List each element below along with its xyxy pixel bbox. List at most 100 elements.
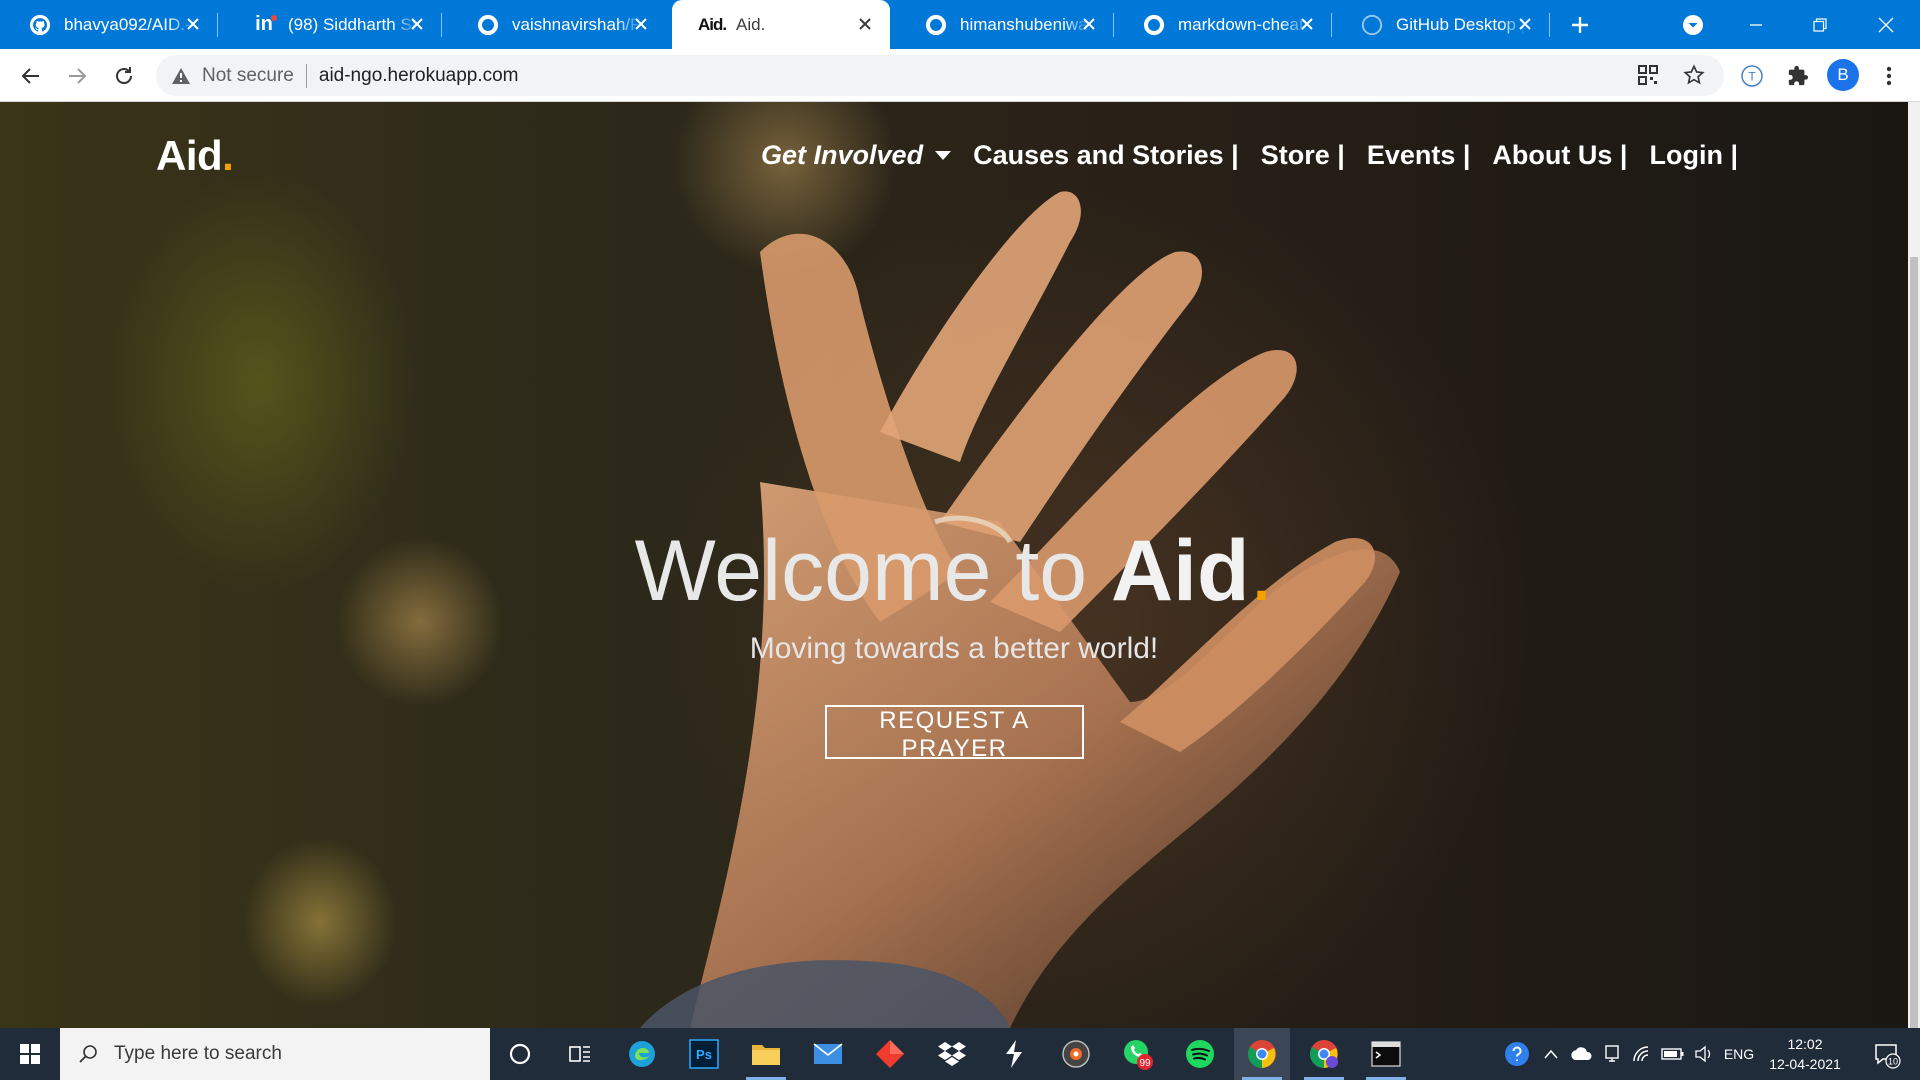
- qr-code-icon[interactable]: [1632, 59, 1664, 91]
- tab-title: himanshubeniwal/: [960, 14, 1090, 34]
- nav-store[interactable]: Store |: [1261, 140, 1345, 171]
- profile-avatar[interactable]: B: [1827, 59, 1859, 91]
- arrow-right-icon: [69, 68, 87, 84]
- clock-date: 12-04-2021: [1769, 1056, 1841, 1072]
- address-bar[interactable]: Not secure aid-ngo.herokuapp.com: [156, 55, 1724, 96]
- notification-center-icon[interactable]: 10: [1872, 1040, 1902, 1070]
- mail-icon[interactable]: [800, 1028, 856, 1080]
- warning-icon[interactable]: [170, 65, 192, 87]
- hero-title-dot: .: [1249, 523, 1274, 619]
- github-icon: [28, 13, 52, 37]
- tab-aid-active[interactable]: Aid. Aid.: [672, 0, 890, 49]
- wifi-icon[interactable]: [1628, 1028, 1656, 1080]
- tab-separator: [217, 13, 218, 37]
- logo-dot: .: [222, 132, 234, 179]
- tab-linkedin[interactable]: in (98) Siddharth Sha: [224, 0, 442, 49]
- close-icon[interactable]: [182, 13, 204, 35]
- github-icon: [476, 13, 500, 37]
- close-icon[interactable]: [1296, 13, 1318, 35]
- taskbar-search[interactable]: Type here to search: [60, 1028, 490, 1080]
- site-logo[interactable]: Aid.: [156, 132, 234, 180]
- star-icon[interactable]: [1678, 59, 1710, 91]
- chevron-up-icon[interactable]: [1538, 1028, 1564, 1080]
- windows-icon: [20, 1044, 40, 1064]
- close-icon[interactable]: [1514, 13, 1536, 35]
- security-label[interactable]: Not secure: [202, 65, 294, 87]
- close-icon[interactable]: [406, 13, 428, 35]
- chrome-icon[interactable]: [1234, 1028, 1290, 1080]
- photoshop-icon[interactable]: Ps: [676, 1028, 732, 1080]
- linkedin-icon: in: [255, 13, 277, 35]
- url-text[interactable]: aid-ngo.herokuapp.com: [319, 65, 519, 87]
- terminal-icon[interactable]: [1358, 1028, 1414, 1080]
- logo-text: Aid: [156, 132, 223, 179]
- reload-icon: [116, 67, 132, 84]
- tab-title: (98) Siddharth Sha: [288, 14, 418, 34]
- nav-login[interactable]: Login |: [1649, 140, 1738, 171]
- tab-github-desktop[interactable]: GitHub Desktop |: [1332, 0, 1550, 49]
- spotify-icon[interactable]: [1172, 1028, 1228, 1080]
- device-icon[interactable]: [1598, 1028, 1626, 1080]
- translate-extension-icon[interactable]: T: [1736, 60, 1768, 92]
- language-indicator[interactable]: ENG: [1720, 1028, 1758, 1080]
- volume-icon[interactable]: [1690, 1028, 1718, 1080]
- onedrive-icon[interactable]: [1566, 1028, 1596, 1080]
- github-icon: [1142, 13, 1166, 37]
- tab-vaishnavi[interactable]: vaishnavirshah/Fa: [448, 0, 666, 49]
- browser-tab-strip: bhavya092/AID.-N in (98) Siddharth Sha v…: [0, 0, 1920, 49]
- minimize-button[interactable]: [1726, 0, 1786, 49]
- tab-title: bhavya092/AID.-N: [64, 14, 194, 34]
- start-button[interactable]: [0, 1028, 60, 1080]
- nav-events[interactable]: Events |: [1367, 140, 1471, 171]
- battery-icon[interactable]: [1658, 1028, 1688, 1080]
- help-icon[interactable]: [1500, 1028, 1534, 1080]
- dropbox-icon[interactable]: [924, 1028, 980, 1080]
- page-scrollbar[interactable]: [1908, 102, 1920, 1028]
- tab-bhavya-aid[interactable]: bhavya092/AID.-N: [0, 0, 218, 49]
- tab-himanshu[interactable]: himanshubeniwal/: [896, 0, 1114, 49]
- aid-favicon: Aid.: [697, 14, 727, 34]
- extension-initial: T: [1748, 70, 1756, 84]
- task-view-icon[interactable]: [552, 1028, 608, 1080]
- new-tab-button[interactable]: [1564, 9, 1596, 41]
- restore-icon: [1813, 17, 1827, 32]
- git-icon[interactable]: [862, 1028, 918, 1080]
- nav-about-us[interactable]: About Us |: [1492, 140, 1627, 171]
- tab-separator: [441, 13, 442, 37]
- chevron-down-icon: [1683, 14, 1703, 35]
- tab-markdown[interactable]: markdown-cheats: [1114, 0, 1332, 49]
- nav-causes-and-stories[interactable]: Causes and Stories |: [973, 140, 1239, 171]
- extensions-icon[interactable]: [1782, 60, 1814, 92]
- nav-label: Get Involved: [761, 140, 924, 170]
- restore-button[interactable]: [1790, 0, 1850, 49]
- file-explorer-icon[interactable]: [738, 1028, 794, 1080]
- nav-get-involved[interactable]: Get Involved: [761, 140, 952, 171]
- photoshop-label: Ps: [696, 1047, 712, 1062]
- media-player-icon[interactable]: [1048, 1028, 1104, 1080]
- whatsapp-icon[interactable]: 99: [1110, 1028, 1166, 1080]
- tab-search-button[interactable]: [1663, 0, 1723, 49]
- arrow-left-icon: [21, 68, 39, 84]
- hero-subtitle: Moving towards a better world!: [749, 632, 1159, 665]
- sublime-icon[interactable]: [986, 1028, 1042, 1080]
- edge-icon[interactable]: [614, 1028, 670, 1080]
- system-clock[interactable]: 12:02 12-04-2021: [1760, 1034, 1850, 1074]
- close-icon[interactable]: [854, 13, 876, 35]
- close-icon[interactable]: [630, 13, 652, 35]
- scrollbar-thumb[interactable]: [1910, 257, 1918, 1028]
- close-window-button[interactable]: [1856, 0, 1916, 49]
- whatsapp-badge: 99: [1139, 1058, 1151, 1069]
- divider: [305, 63, 307, 88]
- menu-icon[interactable]: [1873, 60, 1905, 92]
- plus-icon: [1572, 17, 1588, 33]
- back-button[interactable]: [15, 60, 47, 92]
- forward-button[interactable]: [61, 60, 93, 92]
- reload-button[interactable]: [108, 60, 140, 92]
- tab-title: GitHub Desktop |: [1396, 14, 1526, 34]
- hero-title-prefix: Welcome to: [634, 523, 1111, 619]
- cortana-icon[interactable]: [492, 1028, 548, 1080]
- windows-taskbar: Type here to search Ps 99 ENG 12:02 12-0…: [0, 1028, 1920, 1080]
- request-prayer-button[interactable]: REQUEST A PRAYER: [825, 705, 1084, 762]
- chrome-profile-icon[interactable]: [1296, 1028, 1352, 1080]
- close-icon[interactable]: [1078, 13, 1100, 35]
